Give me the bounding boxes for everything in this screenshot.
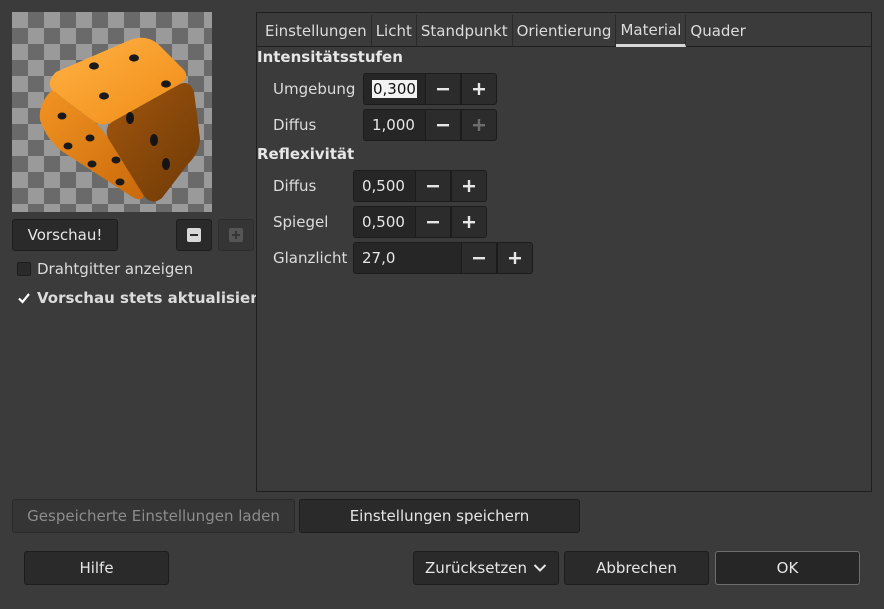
- specular-label: Spiegel: [273, 213, 329, 231]
- minus-icon: [473, 257, 485, 260]
- reset-label: Zurücksetzen: [425, 559, 527, 577]
- zoom-in-button[interactable]: [218, 219, 254, 251]
- diffuse-intensity-label: Diffus: [273, 116, 317, 134]
- wireframe-toggle[interactable]: Drahtgitter anzeigen: [17, 260, 193, 278]
- diffuse-reflexivity-label: Diffus: [273, 177, 317, 195]
- plus-icon: [463, 216, 475, 228]
- always-update-checkbox[interactable]: [17, 291, 31, 305]
- zoom-in-icon: [229, 228, 243, 242]
- diffuse-intensity-increment-button[interactable]: [461, 109, 497, 141]
- checkmark-icon: [18, 293, 30, 304]
- diffuse-reflexivity-decrement-button[interactable]: [415, 170, 451, 202]
- tab-orientierung[interactable]: Orientierung: [513, 15, 617, 46]
- tab-quader[interactable]: Quader: [686, 15, 749, 46]
- zoom-out-button[interactable]: [176, 219, 212, 251]
- preview-canvas: [12, 12, 212, 212]
- ok-button[interactable]: OK: [715, 551, 860, 585]
- always-update-label: Vorschau stets aktualisieren: [37, 289, 279, 307]
- cancel-button[interactable]: Abbrechen: [564, 551, 709, 585]
- always-update-toggle[interactable]: Vorschau stets aktualisieren: [17, 289, 278, 307]
- material-panel: Einstellungen Licht Standpunkt Orientier…: [256, 12, 872, 492]
- plus-icon: [473, 119, 485, 131]
- preview-button[interactable]: Vorschau!: [12, 219, 118, 251]
- diffuse-intensity-spinner: 1,000: [363, 109, 497, 141]
- diffuse-intensity-input[interactable]: 1,000: [363, 109, 425, 141]
- ambient-input[interactable]: 0,300: [363, 73, 425, 105]
- ambient-increment-button[interactable]: [461, 73, 497, 105]
- tab-standpunkt[interactable]: Standpunkt: [417, 15, 513, 46]
- tab-einstellungen[interactable]: Einstellungen: [261, 15, 372, 46]
- save-settings-button[interactable]: Einstellungen speichern: [299, 499, 580, 533]
- ambient-value: 0,300: [372, 80, 417, 98]
- diffuse-reflexivity-input[interactable]: 0,500: [353, 170, 415, 202]
- highlight-decrement-button[interactable]: [461, 242, 497, 274]
- diffuse-reflexivity-spinner: 0,500: [353, 170, 487, 202]
- intensity-title: Intensitätsstufen: [257, 48, 403, 66]
- minus-icon: [437, 88, 449, 91]
- help-button[interactable]: Hilfe: [24, 551, 169, 585]
- plus-icon: [509, 252, 521, 264]
- load-settings-button[interactable]: Gespeicherte Einstellungen laden: [12, 499, 295, 533]
- highlight-input[interactable]: 27,0: [353, 242, 461, 274]
- minus-icon: [437, 124, 449, 127]
- specular-spinner: 0,500: [353, 206, 487, 238]
- chevron-down-icon: [533, 564, 547, 572]
- plus-icon: [463, 180, 475, 192]
- reset-button[interactable]: Zurücksetzen: [413, 551, 559, 585]
- zoom-out-icon: [187, 228, 201, 242]
- wireframe-label: Drahtgitter anzeigen: [37, 260, 194, 278]
- diffuse-reflexivity-increment-button[interactable]: [451, 170, 487, 202]
- ambient-decrement-button[interactable]: [425, 73, 461, 105]
- highlight-spinner: 27,0: [353, 242, 533, 274]
- minus-icon: [427, 185, 439, 188]
- plus-icon: [473, 83, 485, 95]
- diffuse-intensity-decrement-button[interactable]: [425, 109, 461, 141]
- ambient-spinner: 0,300: [363, 73, 497, 105]
- specular-input[interactable]: 0,500: [353, 206, 415, 238]
- wireframe-checkbox[interactable]: [17, 262, 31, 276]
- specular-decrement-button[interactable]: [415, 206, 451, 238]
- tab-licht[interactable]: Licht: [372, 15, 417, 46]
- minus-icon: [427, 221, 439, 224]
- dice-image: [39, 37, 200, 202]
- highlight-increment-button[interactable]: [497, 242, 533, 274]
- tab-bar: Einstellungen Licht Standpunkt Orientier…: [257, 13, 871, 47]
- specular-increment-button[interactable]: [451, 206, 487, 238]
- highlight-label: Glanzlicht: [273, 249, 348, 267]
- ambient-label: Umgebung: [273, 80, 356, 98]
- tab-material[interactable]: Material: [616, 15, 687, 47]
- reflexivity-title: Reflexivität: [257, 145, 355, 163]
